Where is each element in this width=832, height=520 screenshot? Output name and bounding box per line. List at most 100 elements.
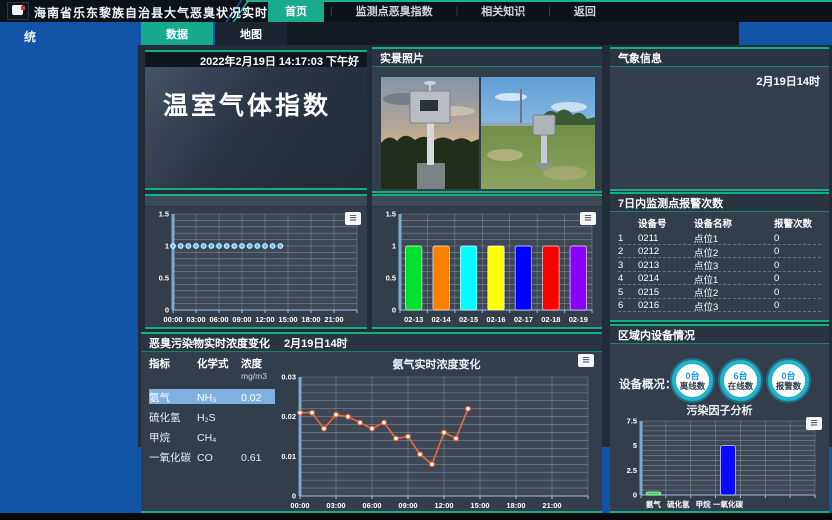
nav-separator: | bbox=[450, 0, 465, 22]
svg-text:0.02: 0.02 bbox=[281, 412, 296, 421]
pollutant-panel-title: 恶臭污染物实时浓度变化 bbox=[149, 335, 270, 351]
svg-text:02-16: 02-16 bbox=[486, 315, 505, 324]
pollutant-col-name: 指标 bbox=[149, 356, 195, 381]
chart-menu-icon[interactable] bbox=[580, 212, 596, 225]
pollutant-panel: 恶臭污染物实时浓度变化 2月19日14时 指标 化学式 浓度mg/m3 氨气NH… bbox=[141, 332, 602, 513]
pollutant-row[interactable]: 氨气NH₃0.02 bbox=[149, 389, 275, 404]
alarm-table-row: 40214点位10 bbox=[618, 272, 821, 286]
svg-text:02-15: 02-15 bbox=[459, 315, 478, 324]
svg-text:21:00: 21:00 bbox=[542, 501, 561, 510]
site-photos bbox=[381, 77, 595, 189]
dashboard: 海南省乐东黎族自治县大气恶臭状况实时发布系 首页|监测点恶臭指数|相关知识|返回… bbox=[0, 0, 832, 520]
greeting-datetime: 2022年2月19日 14:17:03 下午好 bbox=[145, 52, 367, 67]
svg-text:0.5: 0.5 bbox=[386, 274, 396, 283]
chart-header-strip bbox=[145, 196, 367, 207]
nav-menu: 首页|监测点恶臭指数|相关知识|返回 bbox=[268, 0, 613, 22]
svg-text:02-13: 02-13 bbox=[404, 315, 423, 324]
devices-panel-title: 区域内设备情况 bbox=[610, 326, 829, 344]
alarm-table-body: 10211点位1020212点位2030213点位3040214点位105021… bbox=[618, 231, 821, 312]
bottom-bar bbox=[0, 513, 832, 520]
pollutant-row[interactable]: 甲烷CH₄ bbox=[149, 430, 275, 445]
svg-text:06:00: 06:00 bbox=[362, 501, 381, 510]
alarm-table-row: 50215点位20 bbox=[618, 285, 821, 299]
app-title: 海南省乐东黎族自治县大气恶臭状况实时发布系 bbox=[34, 4, 307, 21]
svg-text:2.5: 2.5 bbox=[627, 466, 637, 475]
svg-text:12:00: 12:00 bbox=[255, 315, 274, 324]
svg-text:氨气: 氨气 bbox=[646, 499, 661, 509]
device-stat-rings: 0台离线数6台在线数0台报警数 bbox=[672, 360, 809, 401]
svg-text:1.5: 1.5 bbox=[159, 210, 169, 219]
photos-panel-title: 实景照片 bbox=[372, 49, 602, 67]
nav-item-4[interactable]: 返回 bbox=[557, 0, 613, 22]
chart-menu-icon[interactable] bbox=[578, 354, 594, 367]
svg-text:00:00: 00:00 bbox=[290, 501, 309, 510]
svg-text:0: 0 bbox=[165, 306, 169, 315]
svg-text:18:00: 18:00 bbox=[301, 315, 320, 324]
greenhouse-chart-panel: 00.511.500:0003:0006:0009:0012:0015:0018… bbox=[145, 194, 367, 329]
nh3-chart-title: 氨气实时浓度变化 bbox=[274, 356, 599, 372]
device-stat-ring-1: 0台离线数 bbox=[672, 360, 713, 401]
svg-text:02-19: 02-19 bbox=[569, 315, 588, 324]
alarm-table-header: 设备号 设备名称 报警次数 bbox=[618, 216, 821, 231]
svg-text:0: 0 bbox=[392, 306, 396, 315]
greeting-headline: 温室气体指数 bbox=[163, 86, 331, 122]
alarm-table-row: 60216点位30 bbox=[618, 299, 821, 313]
chart-header-strip bbox=[372, 196, 602, 207]
svg-text:18:00: 18:00 bbox=[506, 501, 525, 510]
svg-text:0.5: 0.5 bbox=[159, 274, 169, 283]
svg-text:09:00: 09:00 bbox=[232, 315, 251, 324]
photos-panel: 实景照片 bbox=[372, 47, 602, 193]
daily-odor-index-chart: 00.511.502-1302-1402-1502-1602-1702-1802… bbox=[374, 208, 600, 325]
app-title-wrap: 统 bbox=[24, 28, 36, 45]
nav-item-2[interactable]: 监测点恶臭指数 bbox=[339, 0, 450, 22]
chart-menu-icon[interactable] bbox=[806, 417, 822, 430]
nav-separator: | bbox=[542, 0, 557, 22]
nav-item-1[interactable]: 首页 bbox=[268, 0, 324, 22]
top-nav: 海南省乐东黎族自治县大气恶臭状况实时发布系 首页|监测点恶臭指数|相关知识|返回 bbox=[0, 0, 832, 22]
svg-text:0: 0 bbox=[292, 492, 296, 501]
pollutant-row[interactable]: 一氧化碳CO0.61 bbox=[149, 450, 275, 465]
svg-text:00:00: 00:00 bbox=[163, 315, 182, 324]
weather-panel: 气象信息 2月19日14时 bbox=[610, 47, 829, 191]
pollutant-table-header: 指标 化学式 浓度mg/m3 bbox=[149, 356, 275, 381]
svg-text:02-14: 02-14 bbox=[432, 315, 452, 324]
svg-text:02-18: 02-18 bbox=[541, 315, 560, 324]
pollutant-col-formula: 化学式 bbox=[197, 356, 239, 381]
pollutant-row[interactable]: 硫化氢H₂S bbox=[149, 410, 275, 425]
nh3-realtime-chart: 00.010.020.0300:0003:0006:0009:0012:0015… bbox=[274, 371, 596, 511]
svg-text:甲烷: 甲烷 bbox=[696, 499, 711, 509]
svg-text:0.03: 0.03 bbox=[281, 373, 296, 382]
greeting-panel: 2022年2月19日 14:17:03 下午好 温室气体指数 bbox=[145, 50, 367, 190]
alarm-panel-title: 7日内监测点报警次数 bbox=[610, 194, 829, 212]
chart-menu-icon[interactable] bbox=[345, 212, 361, 225]
device-overview-label: 设备概况： bbox=[619, 376, 677, 392]
pollution-factor-chart-title: 污染因子分析 bbox=[610, 402, 829, 418]
alarm-table-row: 10211点位10 bbox=[618, 231, 821, 245]
pollutant-panel-header: 恶臭污染物实时浓度变化 2月19日14时 bbox=[141, 334, 602, 352]
svg-text:0.01: 0.01 bbox=[281, 452, 296, 461]
svg-text:1: 1 bbox=[165, 242, 169, 251]
alarm-col-device-no: 设备号 bbox=[638, 216, 692, 231]
svg-text:02-17: 02-17 bbox=[514, 315, 533, 324]
svg-text:1.5: 1.5 bbox=[386, 210, 396, 219]
tab-data[interactable]: 数据 bbox=[141, 22, 213, 45]
nav-item-3[interactable]: 相关知识 bbox=[464, 0, 542, 22]
svg-text:硫化氢: 硫化氢 bbox=[667, 499, 690, 509]
pollutant-panel-date: 2月19日14时 bbox=[284, 335, 348, 351]
svg-text:0: 0 bbox=[633, 491, 637, 500]
svg-text:15:00: 15:00 bbox=[470, 501, 489, 510]
svg-text:03:00: 03:00 bbox=[186, 315, 205, 324]
pollutant-table-body: 氨气NH₃0.02 硫化氢H₂S 甲烷CH₄ 一氧化碳CO0.61 bbox=[149, 389, 275, 465]
pollution-factor-chart: 02.557.5氨气硫化氢甲烷一氧化碳 bbox=[615, 415, 823, 510]
devices-panel: 区域内设备情况 设备概况： 0台离线数6台在线数0台报警数 污染因子分析 0 2.… bbox=[610, 324, 829, 513]
tab-row: 数据 地图 bbox=[0, 22, 832, 45]
pollutant-table: 指标 化学式 浓度mg/m3 氨气NH₃0.02 硫化氢H₂S 甲烷CH₄ 一氧化碳C… bbox=[149, 356, 275, 465]
tab-strip-filler bbox=[287, 22, 739, 45]
tab-map[interactable]: 地图 bbox=[215, 22, 287, 45]
daily-index-chart-panel: 00.511.502-1302-1402-1502-1602-1702-1802… bbox=[372, 194, 602, 329]
weather-panel-title: 气象信息 bbox=[610, 49, 829, 67]
photo-left-image bbox=[381, 77, 479, 189]
svg-text:15:00: 15:00 bbox=[278, 315, 297, 324]
alarm-col-device-name: 设备名称 bbox=[694, 216, 772, 231]
greenhouse-hourly-chart: 00.511.500:0003:0006:0009:0012:0015:0018… bbox=[147, 208, 365, 325]
